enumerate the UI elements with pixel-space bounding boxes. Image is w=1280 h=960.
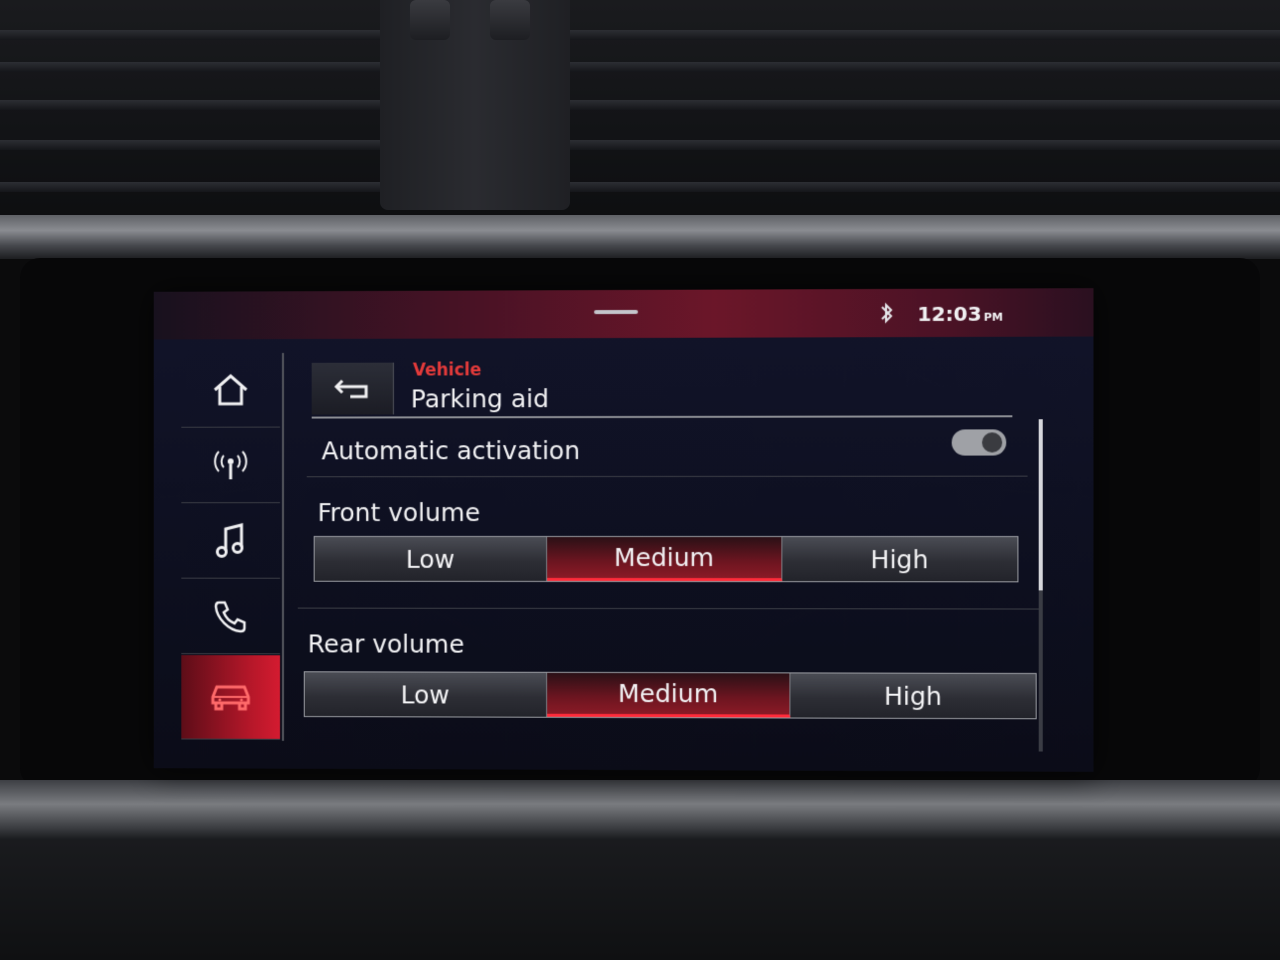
home-icon	[211, 372, 250, 408]
sidebar-item-phone[interactable]	[181, 579, 281, 655]
status-bar: 12:03 PM	[153, 288, 1094, 340]
sidebar	[181, 352, 284, 741]
vent-slat	[0, 62, 1280, 72]
vent-slat	[0, 182, 1280, 192]
rear-volume-low-button[interactable]: Low	[304, 672, 547, 717]
vent-center-divider	[380, 0, 570, 210]
vent-slat	[0, 30, 1280, 40]
sidebar-item-media[interactable]	[181, 504, 281, 579]
clock-time: 12:03	[917, 301, 982, 327]
clock: 12:03 PM	[917, 301, 1003, 327]
pull-down-handle[interactable]	[594, 309, 638, 315]
front-volume-medium-button[interactable]: Medium	[547, 536, 783, 582]
dashboard-trim	[0, 215, 1280, 259]
automatic-activation-label: Automatic activation	[321, 436, 581, 466]
rear-volume-medium-button[interactable]: Medium	[546, 672, 791, 718]
vent-slat	[0, 100, 1280, 110]
sidebar-item-radio[interactable]	[181, 428, 281, 504]
rear-volume-high-button[interactable]: High	[790, 673, 1036, 719]
front-volume-high-button[interactable]: High	[782, 537, 1018, 582]
scroll-thumb[interactable]	[1038, 419, 1043, 591]
divider	[306, 475, 1028, 478]
front-volume-low-button[interactable]: Low	[314, 536, 548, 581]
radio-antenna-icon	[211, 448, 250, 484]
bluetooth-icon	[878, 301, 896, 327]
back-button[interactable]	[311, 362, 394, 415]
rear-volume-label: Rear volume	[307, 629, 465, 659]
vent-slat	[0, 140, 1280, 150]
sidebar-item-home[interactable]	[181, 352, 281, 428]
scrollbar[interactable]	[1038, 419, 1043, 752]
vent-knob[interactable]	[410, 0, 450, 40]
header: Vehicle Parking aid	[311, 342, 1013, 419]
air-vent-area	[0, 0, 1280, 225]
lower-dashboard	[0, 840, 1280, 960]
page-title: Parking aid	[410, 384, 549, 414]
lower-dashboard-trim	[0, 780, 1280, 840]
front-volume-label: Front volume	[317, 498, 481, 528]
rear-volume-selector: Low Medium High	[303, 671, 1037, 720]
back-arrow-icon	[328, 376, 376, 402]
infotainment-screen: 12:03 PM Vehicle Parking aid Automatic a…	[153, 288, 1094, 772]
front-volume-selector: Low Medium High	[313, 535, 1019, 583]
sidebar-item-vehicle[interactable]	[181, 655, 281, 740]
divider	[297, 607, 1039, 610]
clock-ampm: PM	[983, 310, 1003, 324]
music-note-icon	[211, 521, 250, 561]
breadcrumb: Vehicle	[412, 360, 482, 381]
phone-icon	[211, 597, 250, 637]
toggle-knob	[982, 432, 1003, 453]
vent-knob[interactable]	[490, 0, 530, 40]
automatic-activation-toggle[interactable]	[951, 429, 1007, 456]
car-icon	[207, 679, 254, 715]
